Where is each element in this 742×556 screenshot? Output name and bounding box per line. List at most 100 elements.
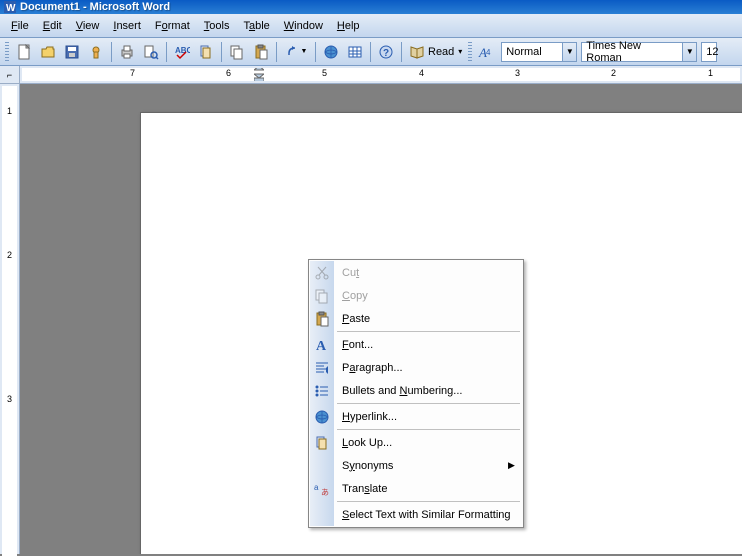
context-label: Paragraph... — [334, 362, 522, 374]
style-value[interactable]: Normal — [501, 42, 563, 62]
svg-text:W: W — [6, 3, 16, 13]
menu-table[interactable]: Table — [236, 17, 276, 35]
context-label: Synonyms — [334, 460, 508, 472]
ruler-number: 5 — [322, 68, 327, 78]
menu-bar: File Edit View Insert Format Tools Table… — [0, 14, 742, 38]
ruler-scale[interactable]: 7 6 5 4 3 2 1 — [22, 68, 740, 81]
indent-marker-icon[interactable] — [254, 68, 264, 81]
undo-button[interactable]: ▼ — [281, 41, 311, 63]
paste-button[interactable] — [250, 41, 272, 63]
context-label: Bullets and Numbering... — [334, 385, 522, 397]
new-document-button[interactable] — [13, 41, 35, 63]
context-label: Font... — [334, 339, 522, 351]
separator — [337, 331, 520, 332]
context-select-similar[interactable]: Select Text with Similar Formatting — [310, 503, 522, 526]
context-paste[interactable]: Paste — [310, 307, 522, 330]
separator — [337, 403, 520, 404]
separator — [111, 42, 112, 62]
ruler-spacer — [2, 322, 17, 394]
context-label: Look Up... — [334, 437, 522, 449]
context-bullets[interactable]: Bullets and Numbering... — [310, 379, 522, 402]
save-button[interactable] — [61, 41, 83, 63]
context-copy: Copy — [310, 284, 522, 307]
ruler-number: 2 — [2, 250, 17, 322]
permission-button[interactable] — [85, 41, 107, 63]
ruler-spacer — [2, 178, 17, 250]
font-icon: A — [310, 337, 334, 353]
menu-edit[interactable]: Edit — [36, 17, 69, 35]
menu-label: dit — [50, 20, 62, 32]
app-icon: W — [4, 1, 16, 13]
style-dropdown-arrow[interactable]: ▼ — [563, 42, 577, 62]
context-synonyms[interactable]: Synonyms ▶ — [310, 454, 522, 477]
print-button[interactable] — [116, 41, 138, 63]
size-value[interactable]: 12 — [701, 42, 717, 62]
context-menu: Cut Copy Paste A Font... Paragraph... Bu… — [308, 259, 524, 528]
help-button[interactable]: ? — [375, 41, 397, 63]
separator — [337, 501, 520, 502]
context-label: Translate — [334, 483, 522, 495]
ruler-number: 1 — [2, 106, 17, 178]
menu-label: iew — [83, 20, 100, 32]
title-bar: W Document1 - Microsoft Word — [0, 0, 742, 14]
copy-icon — [310, 288, 334, 304]
font-selector[interactable]: Times New Roman ▼ — [581, 42, 697, 62]
context-font[interactable]: A Font... — [310, 333, 522, 356]
context-paragraph[interactable]: Paragraph... — [310, 356, 522, 379]
window-title: Document1 - Microsoft Word — [20, 1, 170, 13]
svg-text:ABC: ABC — [175, 46, 190, 55]
context-hyperlink[interactable]: Hyperlink... — [310, 405, 522, 428]
svg-text:a: a — [314, 483, 319, 492]
menu-insert[interactable]: Insert — [106, 17, 148, 35]
context-label: Paste — [334, 313, 522, 325]
menu-tools[interactable]: Tools — [197, 17, 237, 35]
globe-icon — [310, 409, 334, 425]
toolbar-grip[interactable] — [5, 42, 9, 62]
size-selector[interactable]: 12 — [701, 42, 717, 62]
lookup-icon — [310, 435, 334, 451]
context-cut: Cut — [310, 261, 522, 284]
read-label: Read — [428, 46, 454, 58]
separator — [370, 42, 371, 62]
spelling-button[interactable]: ABC — [171, 41, 193, 63]
menu-label: ble — [255, 20, 270, 32]
open-button[interactable] — [37, 41, 59, 63]
context-label: Select Text with Similar Formatting — [334, 509, 522, 521]
menu-label: rmat — [168, 20, 190, 32]
submenu-arrow-icon: ▶ — [508, 460, 522, 471]
ruler-number: 6 — [226, 68, 231, 78]
menu-label: nsert — [116, 20, 140, 32]
translate-icon: aあ — [310, 481, 334, 497]
toolbar-grip[interactable] — [468, 42, 472, 62]
hyperlink-button[interactable] — [320, 41, 342, 63]
menu-label: ile — [18, 20, 29, 32]
vertical-ruler[interactable]: 1 2 3 — [0, 84, 20, 554]
style-selector[interactable]: Normal ▼ — [501, 42, 577, 62]
svg-text:A: A — [316, 339, 327, 353]
context-translate[interactable]: aあ Translate — [310, 477, 522, 500]
menu-help[interactable]: Help — [330, 17, 367, 35]
menu-file[interactable]: File — [4, 17, 36, 35]
horizontal-ruler[interactable]: ⌐ 7 6 5 4 3 2 1 — [0, 66, 742, 84]
ruler-number: 3 — [2, 394, 17, 466]
tables-button[interactable] — [344, 41, 366, 63]
read-button[interactable]: Read — [405, 41, 458, 63]
toolbar-options[interactable]: ▾ — [458, 42, 462, 62]
separator — [276, 42, 277, 62]
book-icon — [409, 44, 425, 60]
tab-selector[interactable]: ⌐ — [0, 66, 20, 83]
menu-window[interactable]: Window — [277, 17, 330, 35]
menu-format[interactable]: Format — [148, 17, 197, 35]
paste-icon — [310, 311, 334, 327]
menu-view[interactable]: View — [69, 17, 107, 35]
bullets-icon — [310, 383, 334, 399]
font-dropdown-arrow[interactable]: ▼ — [683, 42, 697, 62]
print-preview-button[interactable] — [140, 41, 162, 63]
font-value[interactable]: Times New Roman — [581, 42, 683, 62]
copy-button[interactable] — [226, 41, 248, 63]
styles-button[interactable]: A4 — [476, 41, 496, 63]
context-lookup[interactable]: Look Up... — [310, 431, 522, 454]
ruler-number: 4 — [419, 68, 424, 78]
paragraph-icon — [310, 360, 334, 376]
research-button[interactable] — [195, 41, 217, 63]
